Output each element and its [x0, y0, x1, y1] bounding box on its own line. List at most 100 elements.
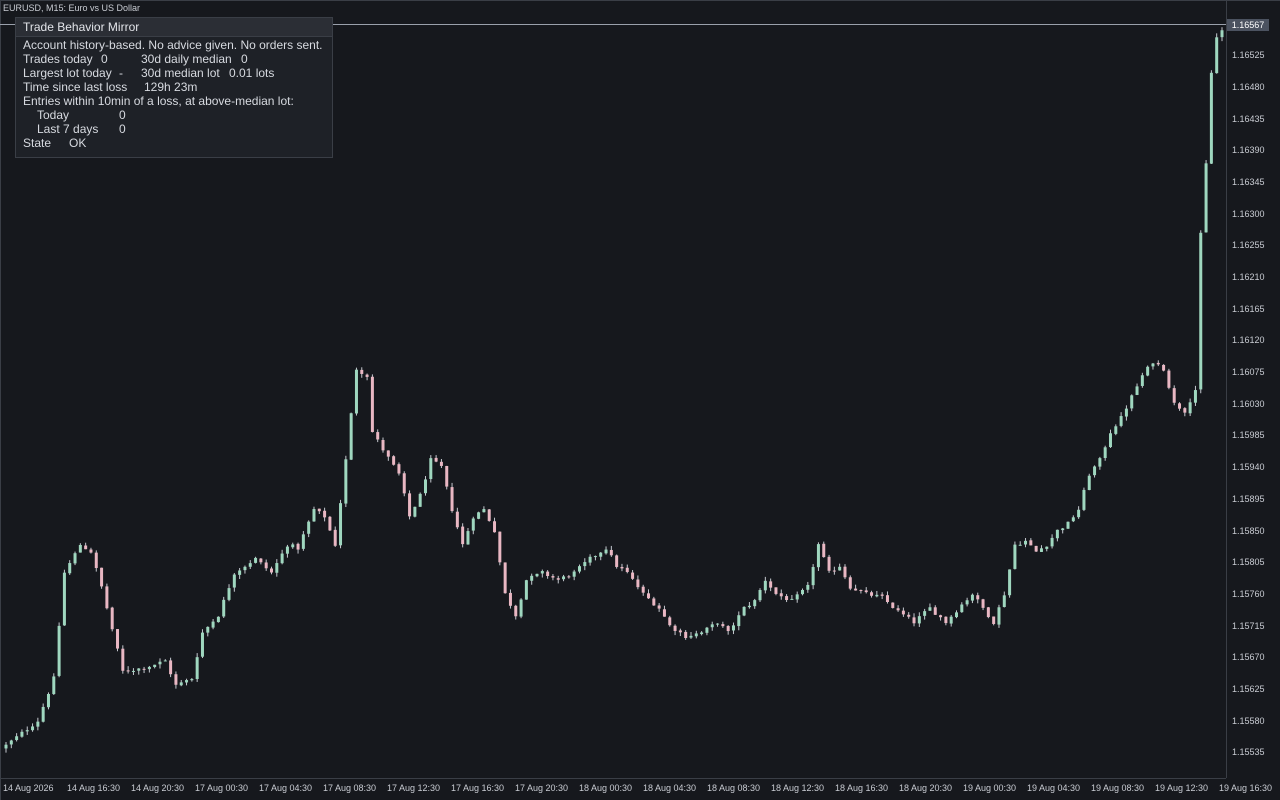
trade-behavior-panel[interactable]: Trade Behavior Mirror Account history-ba…	[15, 17, 333, 158]
price-axis-label: 1.15985	[1232, 430, 1265, 441]
trades-today-row: Trades today 0 30d daily median 0	[23, 52, 248, 66]
bull-candle	[62, 572, 66, 626]
bull-candle	[838, 566, 842, 571]
bull-candle	[1045, 546, 1049, 549]
bull-candle	[227, 588, 231, 600]
time-since-loss-row: Time since last loss 129h 23m	[23, 80, 197, 94]
bull-candle	[307, 521, 311, 534]
bull-candle	[816, 544, 820, 568]
bear-candle	[142, 668, 146, 670]
price-axis-label: 1.15760	[1232, 588, 1265, 599]
daily-median-label: 30d daily median	[141, 52, 232, 66]
bear-candle	[726, 626, 730, 632]
time-axis-label: 19 Aug 00:30	[963, 783, 1017, 793]
bull-candle	[1055, 529, 1059, 539]
bull-candle	[222, 599, 226, 617]
bull-candle	[1061, 528, 1065, 531]
bear-candle	[912, 617, 916, 624]
time-axis-label: 14 Aug 2026	[3, 783, 54, 793]
time-axis-label: 19 Aug 08:30	[1091, 783, 1145, 793]
bear-candle	[551, 576, 555, 578]
median-lot-label: 30d median lot	[141, 66, 220, 80]
bull-candle	[163, 660, 167, 662]
bear-candle	[503, 562, 507, 594]
bull-candle	[4, 744, 8, 749]
bear-candle	[94, 552, 98, 569]
bear-candle	[880, 594, 884, 596]
disclaimer-text: Account history-based. No advice given. …	[23, 38, 323, 52]
bear-candle	[360, 369, 364, 374]
today-label: Today	[37, 108, 70, 122]
price-axis-label: 1.16300	[1232, 208, 1265, 219]
bull-candle	[137, 668, 141, 671]
bull-candle	[275, 563, 279, 573]
bull-candle	[211, 621, 215, 628]
bull-candle	[1093, 466, 1097, 476]
last-7-days-row: Last 7 days 0	[37, 122, 126, 136]
bull-candle	[917, 616, 921, 624]
bull-candle	[36, 721, 40, 727]
bear-candle	[992, 616, 996, 624]
bull-candle	[1013, 544, 1017, 569]
bear-candle	[434, 457, 438, 462]
bull-candle	[185, 680, 189, 683]
bull-candle	[158, 661, 162, 665]
bear-candle	[514, 605, 518, 617]
bear-candle	[652, 598, 656, 606]
bear-candle	[779, 593, 783, 597]
bull-candle	[1188, 402, 1192, 414]
state-value: OK	[69, 136, 87, 150]
bear-candle	[259, 558, 263, 563]
bear-candle	[609, 549, 613, 556]
bear-candle	[662, 609, 666, 617]
time-axis-label: 14 Aug 16:30	[67, 783, 121, 793]
bear-candle	[647, 593, 651, 599]
time-axis-label: 18 Aug 08:30	[707, 783, 761, 793]
bear-candle	[901, 610, 905, 615]
bull-candle	[73, 553, 77, 564]
bull-candle	[954, 612, 958, 618]
bear-candle	[1172, 388, 1176, 403]
bear-candle	[854, 588, 858, 591]
largest-lot-value: -	[119, 66, 123, 80]
bear-candle	[939, 615, 943, 618]
bull-candle	[1071, 517, 1075, 522]
bear-candle	[625, 567, 629, 572]
bull-candle	[1151, 363, 1155, 367]
price-axis-label: 1.15580	[1232, 715, 1265, 726]
bull-candle	[700, 632, 704, 635]
bull-candle	[694, 633, 698, 637]
bear-candle	[870, 592, 874, 596]
bull-candle	[78, 544, 82, 553]
time-axis-label: 17 Aug 00:30	[195, 783, 249, 793]
bull-candle	[524, 580, 528, 600]
bear-candle	[1162, 364, 1166, 371]
bear-candle	[455, 511, 459, 528]
price-axis-label: 1.16075	[1232, 367, 1265, 378]
time-axis-label: 19 Aug 04:30	[1027, 783, 1081, 793]
bull-candle	[418, 493, 422, 507]
bear-candle	[116, 629, 120, 649]
bull-candle	[1108, 433, 1112, 448]
bear-candle	[439, 461, 443, 466]
bear-candle	[1156, 362, 1160, 365]
price-axis-label: 1.16255	[1232, 240, 1265, 251]
bull-candle	[960, 604, 964, 613]
bull-candle	[216, 616, 220, 623]
bear-candle	[976, 595, 980, 600]
bull-candle	[190, 679, 194, 681]
bull-candle	[535, 573, 539, 577]
bull-candle	[429, 458, 433, 480]
bull-candle	[742, 606, 746, 616]
bear-candle	[641, 586, 645, 593]
bear-candle	[981, 599, 985, 608]
price-axis-label: 1.16120	[1232, 335, 1265, 346]
price-axis-label: 1.15625	[1232, 684, 1265, 694]
bull-candle	[801, 589, 805, 595]
bull-candle	[1146, 366, 1150, 376]
bull-candle	[471, 518, 475, 531]
largest-lot-label: Largest lot today	[23, 66, 112, 80]
bull-candle	[583, 562, 587, 567]
bull-candle	[763, 580, 767, 591]
bull-candle	[349, 413, 353, 460]
